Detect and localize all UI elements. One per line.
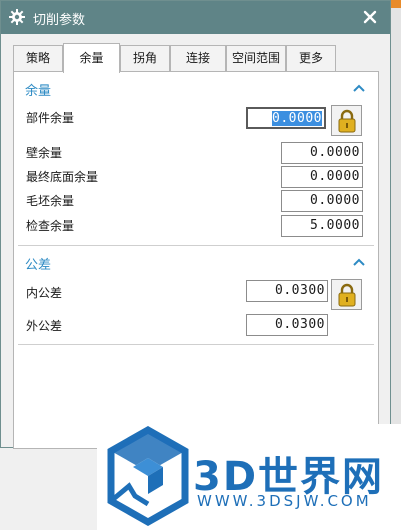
background-window-accent xyxy=(391,0,401,8)
close-icon[interactable] xyxy=(361,8,379,26)
tab-spatial-range[interactable]: 空间范围 xyxy=(226,45,286,71)
check-allowance-label: 检查余量 xyxy=(26,219,75,233)
section-divider xyxy=(18,245,374,246)
part-allowance-label: 部件余量 xyxy=(26,111,75,125)
outtol-input[interactable]: 0.0300 xyxy=(246,314,328,336)
cutting-parameters-dialog: 切削参数 策略 余量 拐角 连接 空间范围 更多 余量 部件余量 0.0000 … xyxy=(0,0,391,449)
check-allowance-input[interactable]: 5.0000 xyxy=(281,215,363,237)
tab-allowance[interactable]: 余量 xyxy=(63,43,120,73)
intol-input[interactable]: 0.0300 xyxy=(246,280,328,302)
dialog-title: 切削参数 xyxy=(33,13,86,28)
wall-allowance-input[interactable]: 0.0000 xyxy=(281,142,363,164)
tab-corners[interactable]: 拐角 xyxy=(120,45,170,71)
tab-connections[interactable]: 连接 xyxy=(170,45,226,71)
allowance-panel: 余量 部件余量 0.0000 壁余量 0.0000 最终底面余量 0.0000 … xyxy=(13,71,379,449)
allowance-section-title: 余量 xyxy=(25,84,52,99)
watermark: 3D世界网 WWW.3DSJW.COM xyxy=(97,424,401,530)
tolerance-section-title: 公差 xyxy=(25,258,52,273)
intol-lock-button[interactable] xyxy=(331,279,362,310)
lock-icon xyxy=(338,283,356,307)
gear-icon xyxy=(9,9,25,25)
part-allowance-input[interactable]: 0.0000 xyxy=(246,107,326,129)
intol-label: 内公差 xyxy=(26,286,63,300)
tab-more[interactable]: 更多 xyxy=(286,45,336,71)
blank-allowance-label: 毛坯余量 xyxy=(26,194,75,208)
watermark-url: WWW.3DSJW.COM xyxy=(197,492,372,510)
title-bar[interactable]: 切削参数 xyxy=(1,1,390,34)
lock-icon xyxy=(338,109,356,133)
tab-strategy[interactable]: 策略 xyxy=(13,45,63,71)
chevron-up-icon[interactable] xyxy=(352,83,366,93)
chevron-up-icon[interactable] xyxy=(352,257,366,267)
wall-allowance-label: 壁余量 xyxy=(26,146,63,160)
outtol-label: 外公差 xyxy=(26,319,63,333)
final-floor-allowance-input[interactable]: 0.0000 xyxy=(281,166,363,188)
final-floor-allowance-label: 最终底面余量 xyxy=(26,170,99,184)
cube-logo-icon xyxy=(107,426,189,526)
blank-allowance-input[interactable]: 0.0000 xyxy=(281,190,363,212)
part-allowance-lock-button[interactable] xyxy=(331,105,362,136)
section-divider xyxy=(18,344,374,345)
